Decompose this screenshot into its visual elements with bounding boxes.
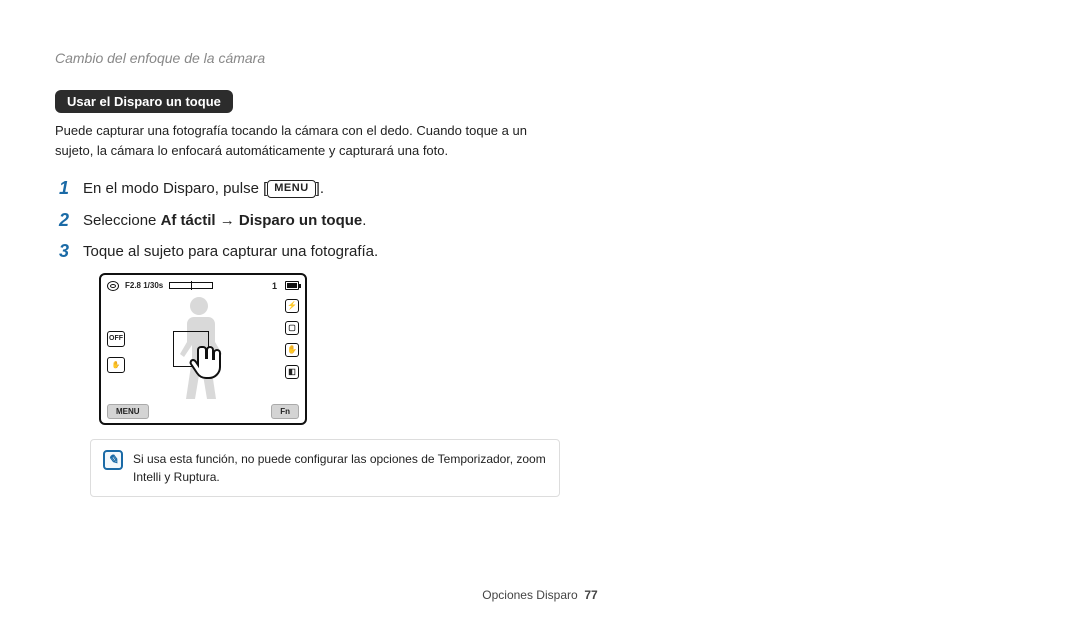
mode-dial-icon [107, 281, 119, 291]
camera-top-bar: F2.8 1/30s 1 [107, 279, 299, 293]
step-number: 3 [55, 241, 69, 263]
step-3: 3 Toque al sujeto para capturar una foto… [55, 241, 1025, 263]
step-2-arrow: → [216, 212, 239, 229]
note-box: ✎ Si usa esta función, no puede configur… [90, 439, 560, 497]
camera-left-icons: OFF ✋ [107, 331, 125, 373]
step-text: En el modo Disparo, pulse [MENU]. [83, 178, 324, 199]
camera-right-icons: ⚡ ▢ ✋ ◧ [285, 299, 299, 379]
stabilizer-icon: ✋ [285, 343, 299, 357]
section-title-pill: Usar el Disparo un toque [55, 90, 233, 113]
menu-button-icon: MENU [267, 180, 315, 198]
page-footer: Opciones Disparo 77 [0, 588, 1080, 602]
step-text: Seleccione Af táctil → Disparo un toque. [83, 210, 366, 231]
touch-shoot-icon: ✋ [107, 357, 125, 373]
timer-off-icon: OFF [107, 331, 125, 347]
menu-button-label: MENU [270, 181, 312, 196]
exposure-readout: F2.8 1/30s [125, 281, 163, 290]
note-text: Si usa esta función, no puede configurar… [133, 450, 547, 486]
step-2-bold2: Disparo un toque [239, 212, 362, 229]
section-intro: Puede capturar una fotografía tocando la… [55, 121, 535, 160]
step-2-bold1: Af táctil [161, 212, 216, 229]
battery-icon [285, 281, 299, 290]
footer-section-label: Opciones Disparo [482, 588, 577, 602]
touch-hand-icon [187, 341, 227, 381]
step-1-post: ]. [316, 180, 324, 197]
step-1-pre: En el modo Disparo, pulse [ [83, 180, 267, 197]
step-2: 2 Seleccione Af táctil → Disparo un toqu… [55, 210, 1025, 232]
step-text: Toque al sujeto para capturar una fotogr… [83, 241, 378, 262]
frame-icon: ▢ [285, 321, 299, 335]
shot-count: 1 [272, 281, 277, 291]
step-number: 2 [55, 210, 69, 232]
camera-screen-illustration: F2.8 1/30s 1 ⚡ ▢ ✋ ◧ OFF ✋ MENU Fn [99, 273, 307, 425]
metering-icon: ◧ [285, 365, 299, 379]
step-1: 1 En el modo Disparo, pulse [MENU]. [55, 178, 1025, 200]
step-list: 1 En el modo Disparo, pulse [MENU]. 2 Se… [55, 178, 1025, 263]
page-number: 77 [584, 588, 597, 602]
softkey-menu: MENU [107, 404, 149, 419]
note-icon: ✎ [103, 450, 123, 470]
exposure-meter-icon [169, 282, 213, 289]
softkey-fn: Fn [271, 404, 299, 419]
flash-icon: ⚡ [285, 299, 299, 313]
step-number: 1 [55, 178, 69, 200]
camera-bottom-bar: MENU Fn [107, 404, 299, 419]
step-2-post: . [362, 212, 366, 229]
running-header: Cambio del enfoque de la cámara [55, 50, 1025, 66]
step-2-pre: Seleccione [83, 212, 161, 229]
